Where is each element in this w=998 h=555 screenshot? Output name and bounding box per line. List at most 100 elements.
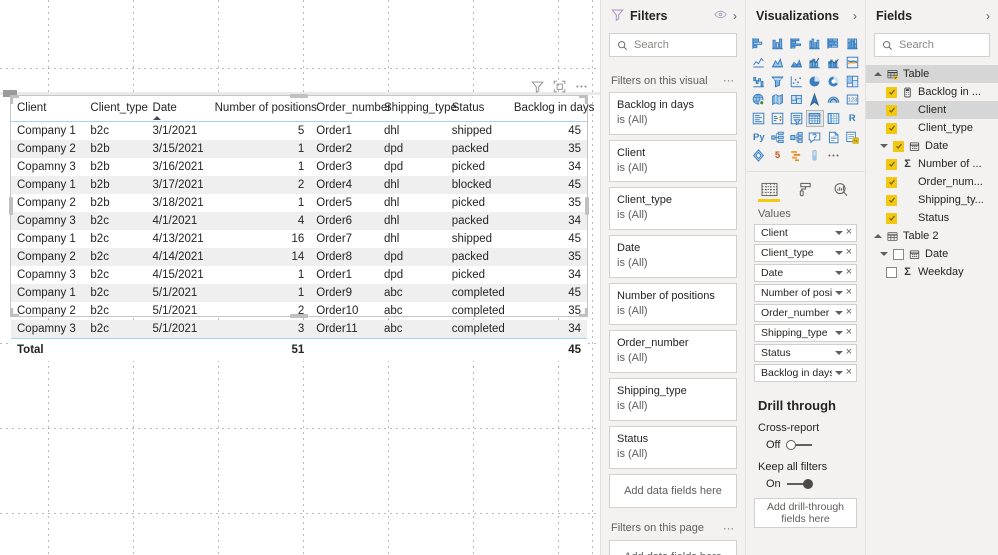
pie-chart-icon[interactable]	[806, 72, 824, 90]
table-cell[interactable]: abc	[378, 320, 446, 339]
value-well-item[interactable]: Date ×	[754, 263, 857, 282]
filter-card[interactable]: Shipping_type is (All)	[609, 378, 737, 421]
field-checkbox[interactable]	[886, 158, 897, 170]
report-canvas[interactable]: Client Client_type Date Number of positions…	[0, 0, 600, 555]
table-body[interactable]: Company 1 b2c 3/1/2021 5 Order1 dhl shipped 45 C…	[11, 122, 587, 339]
collapse-visualizations-pane-icon[interactable]: ›	[853, 10, 857, 22]
field-checkbox[interactable]	[886, 212, 897, 224]
filters-search-input[interactable]: Search	[609, 33, 737, 57]
visualizations-pane[interactable]: Visualizations › 123 R Py% 5 Values Clie…	[745, 0, 865, 555]
table-cell[interactable]: b2c	[84, 284, 147, 302]
table-cell[interactable]: 3/15/2021	[146, 140, 209, 158]
table-cell[interactable]: 5/1/2021	[146, 284, 209, 302]
100-stacked-bar-chart-icon[interactable]	[825, 35, 843, 53]
filter-card[interactable]: Order_number is (All)	[609, 330, 737, 374]
table-cell[interactable]: 3	[208, 320, 311, 339]
remove-field-icon[interactable]: ×	[846, 227, 852, 238]
card-icon[interactable]: 123	[843, 91, 861, 109]
waterfall-chart-icon[interactable]	[750, 72, 768, 90]
clustered-column-chart-icon[interactable]	[806, 35, 824, 53]
field-item-backlog-in[interactable]: Backlog in ...	[866, 83, 998, 101]
resize-handle-left[interactable]	[9, 197, 13, 215]
filters-pane[interactable]: Filters › Search Filters on this visual ⋯…	[600, 0, 745, 555]
table-cell[interactable]: packed	[445, 212, 508, 230]
table-cell[interactable]: b2c	[84, 248, 147, 266]
table-cell[interactable]: completed	[446, 302, 508, 320]
table-cell[interactable]: Order11	[310, 320, 379, 339]
table-cell[interactable]: 5/1/2021	[147, 302, 209, 320]
field-checkbox[interactable]	[886, 122, 897, 134]
table-cell[interactable]: 2	[208, 176, 311, 194]
remove-field-icon[interactable]: ×	[846, 307, 852, 318]
column-header-date[interactable]: Date	[146, 96, 209, 122]
table-row[interactable]: Copamny 3 b2c 4/1/2021 4 Order6 dhl packed 34	[11, 212, 587, 230]
table-row[interactable]: Company 2 b2c 4/14/2021 14 Order8 dpd packed 35	[11, 248, 587, 266]
line-clustered-column-chart-icon[interactable]	[825, 54, 843, 72]
field-checkbox[interactable]	[893, 140, 904, 152]
table-cell[interactable]: Company 2	[11, 194, 84, 212]
table-cell[interactable]: Order6	[310, 212, 379, 230]
chevron-up-icon[interactable]	[874, 72, 882, 76]
stacked-area-chart-icon[interactable]	[787, 54, 805, 72]
table-cell[interactable]: Company 1	[11, 284, 85, 302]
field-checkbox[interactable]	[886, 194, 897, 206]
table-cell[interactable]: Company 1	[11, 230, 84, 248]
table-cell[interactable]: 3/17/2021	[146, 176, 209, 194]
value-well-item[interactable]: Order_number ×	[754, 303, 857, 322]
table-cell[interactable]: 34	[507, 212, 587, 230]
map-icon[interactable]	[750, 91, 768, 109]
slicer-icon[interactable]	[787, 110, 805, 128]
table-cell[interactable]: Order4	[310, 176, 379, 194]
table-cell[interactable]: 5	[209, 122, 311, 141]
matrix-icon[interactable]	[825, 110, 843, 128]
field-item-number-of[interactable]: Σ Number of ...	[866, 155, 998, 173]
column-header-client[interactable]: Client	[11, 96, 85, 122]
filter-card[interactable]: Number of positions is (All)	[609, 282, 737, 326]
field-item-shipping-ty[interactable]: Shipping_ty...	[866, 191, 998, 209]
table-cell[interactable]: Order10	[310, 302, 378, 320]
filter-card[interactable]: Date is (All)	[609, 235, 737, 278]
more-options-icon[interactable]	[575, 80, 588, 93]
chevron-down-icon[interactable]	[834, 310, 843, 315]
table-cell[interactable]: dhl	[378, 194, 446, 212]
value-well-item[interactable]: Status ×	[754, 343, 857, 362]
table-cell[interactable]: 4/15/2021	[147, 266, 209, 284]
table-cell[interactable]: 1	[209, 194, 311, 212]
table-cell[interactable]: Company 2	[11, 302, 84, 320]
table-cell[interactable]: dhl	[378, 122, 446, 141]
table-cell[interactable]: b2c	[84, 320, 147, 339]
field-item-client-type[interactable]: Client_type	[866, 119, 998, 137]
chevron-down-icon[interactable]	[834, 350, 843, 355]
table-cell[interactable]: 45	[508, 230, 587, 248]
keep-all-filters-toggle-row[interactable]: On	[746, 476, 865, 498]
funnel-chart-icon[interactable]	[769, 72, 787, 90]
treemap-icon[interactable]	[843, 72, 861, 90]
cross-report-toggle-row[interactable]: Off	[746, 437, 865, 459]
table-cell[interactable]: shipped	[446, 122, 508, 141]
decomposition-tree-icon[interactable]	[769, 128, 787, 146]
table-cell[interactable]: Order7	[310, 230, 378, 248]
table-row[interactable]: Company 2 b2b 3/15/2021 1 Order2 dpd packed 35	[11, 140, 587, 158]
table-cell[interactable]: b2c	[84, 230, 146, 248]
chevron-down-icon[interactable]	[880, 252, 888, 256]
values-well-list[interactable]: Client×Client_type×Date×Number of positi…	[746, 223, 865, 384]
table-cell[interactable]: picked	[446, 266, 508, 284]
chevron-down-icon[interactable]	[880, 144, 888, 148]
table-cell[interactable]: Order1	[310, 122, 378, 141]
multi-row-card-icon[interactable]	[750, 110, 768, 128]
table-cell[interactable]: Company 2	[11, 248, 85, 266]
hide-pane-eye-icon[interactable]	[714, 8, 727, 24]
column-header-client-type[interactable]: Client_type	[84, 96, 148, 122]
field-item-order-num[interactable]: Order_num...	[866, 173, 998, 191]
table-cell[interactable]: dhl	[378, 176, 446, 194]
field-checkbox[interactable]	[886, 104, 897, 116]
chevron-down-icon[interactable]	[834, 290, 843, 295]
table-cell[interactable]: dpd	[378, 248, 446, 266]
stacked-column-chart-icon[interactable]	[769, 35, 787, 53]
filled-map-icon[interactable]	[769, 91, 787, 109]
area-chart-icon[interactable]	[769, 54, 787, 72]
field-checkbox[interactable]	[886, 266, 897, 278]
filter-card[interactable]: Client_type is (All)	[609, 187, 737, 231]
table-cell[interactable]: 4/1/2021	[146, 212, 209, 230]
filter-dropzone[interactable]: Add data fields here	[609, 539, 737, 555]
